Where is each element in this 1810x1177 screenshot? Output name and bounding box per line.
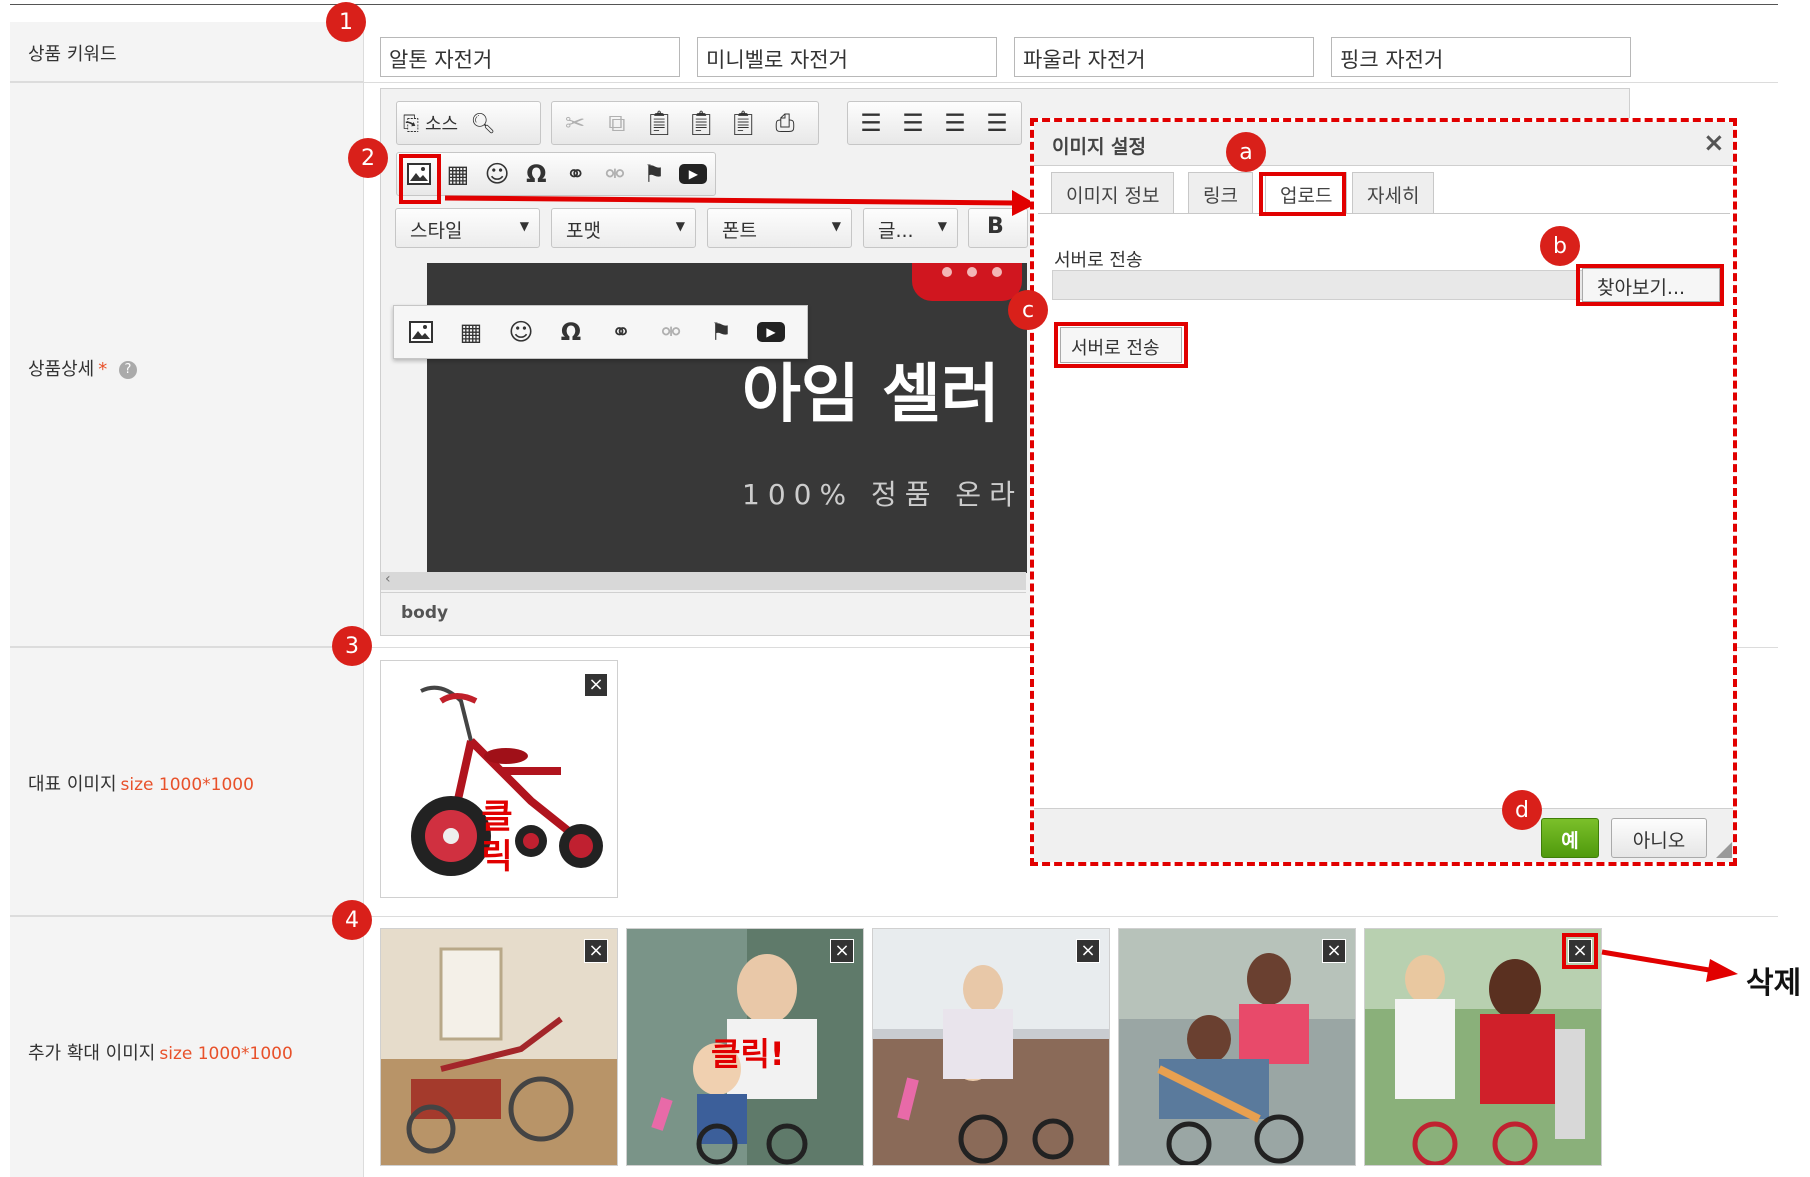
scroll-left-icon[interactable]: ‹ xyxy=(385,571,391,587)
image-button-highlight xyxy=(399,154,441,204)
main-image-label: 대표 이미지 size 1000*1000 xyxy=(28,774,254,795)
align-center-icon[interactable]: ☰ xyxy=(896,106,930,140)
copy-icon[interactable]: ⧉ xyxy=(600,106,634,140)
image-settings-dialog xyxy=(1030,118,1737,866)
pointer-arrow xyxy=(444,190,1036,216)
keyword-row-label-cell: 상품 키워드 xyxy=(10,22,363,82)
source-icon: ⎘ xyxy=(403,111,419,135)
delete-icon[interactable]: × xyxy=(1076,939,1100,963)
upload-tab-highlight xyxy=(1259,172,1346,216)
source-button[interactable]: ⎘ 소스 xyxy=(403,110,458,136)
table-icon[interactable]: ▦ xyxy=(442,157,473,191)
floating-insert-toolbar: ▦ ☺ Ω ⚭ ⚮ ⚑ ▶ xyxy=(393,305,808,359)
tab-advanced[interactable]: 자세히 xyxy=(1352,172,1435,214)
keyword-input-2[interactable]: 미니벨로 자전거 xyxy=(697,37,997,77)
click-annotation: 클릭! xyxy=(711,1035,785,1073)
align-left-icon[interactable]: ☰ xyxy=(854,106,888,140)
editor-status-path: body xyxy=(381,592,1026,634)
image-icon[interactable] xyxy=(404,315,438,349)
unlink-icon[interactable]: ⚮ xyxy=(654,315,688,349)
delete-annotation: 삭제 xyxy=(1746,966,1802,1001)
link-icon[interactable]: ⚭ xyxy=(604,315,638,349)
main-image-thumbnail[interactable]: × 클 릭 xyxy=(380,660,618,898)
keyword-input-1[interactable]: 알톤 자전거 xyxy=(380,37,680,77)
top-border xyxy=(10,4,1778,5)
extra-image-size: size 1000*1000 xyxy=(159,1044,293,1064)
extra-image-5[interactable]: × xyxy=(1364,928,1602,1166)
extra-image-4[interactable]: × xyxy=(1118,928,1356,1166)
extra-image-row-label-cell: 추가 확대 이미지 size 1000*1000 xyxy=(10,917,363,1177)
step-badge-b: b xyxy=(1540,226,1580,266)
extra-image-2[interactable]: × 클릭! xyxy=(626,928,864,1166)
delete-icon[interactable]: × xyxy=(584,673,608,697)
keyword-label: 상품 키워드 xyxy=(28,44,117,65)
step-badge-4: 4 xyxy=(332,900,372,940)
unlink-icon[interactable]: ⚮ xyxy=(599,157,630,191)
delete-icon[interactable]: × xyxy=(584,939,608,963)
main-image-row-label-cell: 대표 이미지 size 1000*1000 xyxy=(10,648,363,916)
smiley-icon[interactable]: ☺ xyxy=(482,157,513,191)
step-badge-d: d xyxy=(1502,790,1542,830)
youtube-icon[interactable]: ▶ xyxy=(754,315,788,349)
resize-handle[interactable] xyxy=(1716,842,1732,858)
column-divider xyxy=(363,22,364,1177)
dialog-title: 이미지 설정 xyxy=(1034,122,1733,166)
delete-pointer-arrow xyxy=(1601,949,1738,982)
horizontal-scrollbar[interactable]: ‹ xyxy=(381,571,1026,590)
align-toolbar-group: ☰ ☰ ☰ ☰ xyxy=(847,101,1022,145)
paste-icon[interactable]: 📋︎ xyxy=(642,106,676,140)
required-mark: * xyxy=(98,359,108,380)
ok-button[interactable]: 예 xyxy=(1541,818,1599,858)
align-right-icon[interactable]: ☰ xyxy=(938,106,972,140)
main-image-size: size 1000*1000 xyxy=(120,775,254,795)
canvas-subtitle: 100% 정품 온라 xyxy=(742,478,1023,511)
tab-divider xyxy=(1038,213,1730,214)
browse-highlight xyxy=(1576,264,1724,306)
omega-icon[interactable]: Ω xyxy=(521,157,552,191)
paste-word-icon[interactable]: 📋︎ xyxy=(726,106,760,140)
detail-label: 상품상세 * ? xyxy=(28,355,137,381)
preview-icon[interactable]: 🔍︎ xyxy=(466,106,500,140)
cut-icon[interactable]: ✂ xyxy=(558,106,592,140)
step-badge-a: a xyxy=(1226,132,1266,172)
step-badge-1: 1 xyxy=(326,2,366,42)
paste-text-icon[interactable]: 📋︎ xyxy=(684,106,718,140)
keyword-input-4[interactable]: 핑크 자전거 xyxy=(1331,37,1631,77)
delete-icon[interactable]: × xyxy=(1322,939,1346,963)
close-icon[interactable]: × xyxy=(1703,128,1725,158)
print-icon[interactable]: ⎙ xyxy=(768,106,802,140)
tab-image-info[interactable]: 이미지 정보 xyxy=(1051,172,1175,214)
help-icon[interactable]: ? xyxy=(118,361,137,379)
send-highlight xyxy=(1054,322,1188,368)
link-icon[interactable]: ⚭ xyxy=(560,157,591,191)
step-badge-3: 3 xyxy=(332,626,372,666)
omega-icon[interactable]: Ω xyxy=(554,315,588,349)
flag-icon[interactable]: ⚑ xyxy=(639,157,670,191)
table-icon[interactable]: ▦ xyxy=(454,315,488,349)
click-annotation: 클 릭 xyxy=(481,797,513,877)
source-toolbar-group: ⎘ 소스 🔍︎ xyxy=(396,101,541,145)
detail-row-label-cell: 상품상세 * ? xyxy=(10,83,363,647)
upload-label: 서버로 전송 xyxy=(1054,250,1143,271)
extra-image-1[interactable]: × xyxy=(380,928,618,1166)
delete-icon[interactable]: × xyxy=(830,939,854,963)
keyword-input-3[interactable]: 파울라 자전거 xyxy=(1014,37,1314,77)
logo-badge xyxy=(912,263,1022,301)
extra-image-label: 추가 확대 이미지 size 1000*1000 xyxy=(28,1043,293,1064)
align-justify-icon[interactable]: ☰ xyxy=(980,106,1014,140)
flag-icon[interactable]: ⚑ xyxy=(704,315,738,349)
step-badge-2: 2 xyxy=(348,138,388,178)
cancel-button[interactable]: 아니오 xyxy=(1611,818,1707,858)
youtube-icon[interactable]: ▶ xyxy=(678,157,709,191)
step-badge-c: c xyxy=(1008,290,1048,330)
extra-image-3[interactable]: × xyxy=(872,928,1110,1166)
smiley-icon[interactable]: ☺ xyxy=(504,315,538,349)
clipboard-toolbar-group: ✂ ⧉ 📋︎ 📋︎ 📋︎ ⎙ xyxy=(551,101,819,145)
tab-link[interactable]: 링크 xyxy=(1188,172,1253,214)
delete-highlight xyxy=(1562,933,1598,969)
